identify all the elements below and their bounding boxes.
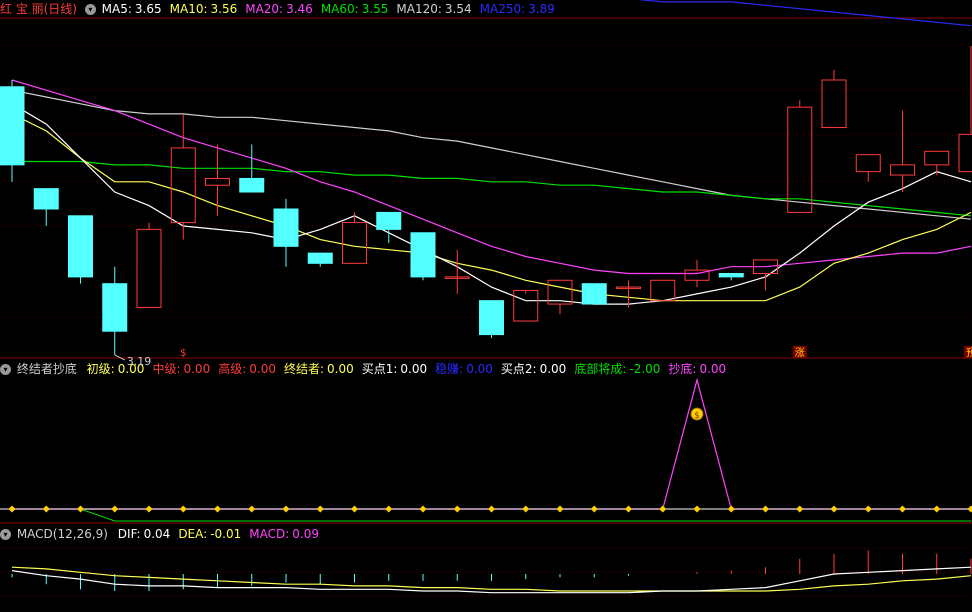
signal-dot bbox=[453, 505, 461, 513]
candle-body bbox=[787, 106, 813, 213]
candle-body bbox=[924, 150, 950, 166]
signal-dot bbox=[111, 505, 119, 513]
candle-body bbox=[855, 154, 881, 173]
candle-body bbox=[513, 289, 539, 322]
candle-body bbox=[239, 177, 265, 193]
candle-body bbox=[136, 228, 162, 308]
ma250-line bbox=[637, 0, 972, 27]
signal-dot bbox=[316, 505, 324, 513]
candle-body bbox=[33, 188, 59, 210]
stock-chart[interactable]: 3.19 $ $ 涨 预 bbox=[0, 0, 972, 612]
signal-dot bbox=[76, 505, 85, 513]
signal-dot bbox=[898, 505, 907, 513]
signal-dot bbox=[967, 505, 972, 513]
candle-body bbox=[581, 283, 607, 305]
candle-body bbox=[650, 279, 676, 302]
candle-body bbox=[410, 232, 436, 278]
candle-body bbox=[958, 133, 972, 173]
ma120-line bbox=[11, 89, 972, 220]
money-bag-icon: $ bbox=[694, 411, 700, 421]
ma20-line bbox=[11, 79, 972, 275]
signal-dot bbox=[419, 505, 427, 513]
signal-dot bbox=[282, 505, 290, 513]
ma5-line bbox=[11, 103, 972, 305]
candle-body bbox=[0, 86, 25, 166]
signal-dot bbox=[248, 505, 256, 513]
signal-dot bbox=[659, 505, 667, 513]
signal-dot bbox=[213, 505, 222, 513]
signal-dot bbox=[590, 505, 598, 513]
signal-dot bbox=[624, 505, 633, 513]
signal-dot bbox=[830, 505, 838, 513]
candle-body bbox=[376, 211, 402, 230]
candle-body bbox=[821, 79, 847, 129]
ma10-line bbox=[11, 113, 972, 302]
candle-body bbox=[273, 208, 299, 247]
signal-dot bbox=[145, 505, 153, 513]
signal-dot bbox=[693, 505, 701, 513]
signal-dot bbox=[796, 505, 804, 513]
signal-dot bbox=[42, 505, 50, 513]
marker-label: 预 bbox=[966, 347, 972, 359]
marker-label: $ bbox=[180, 348, 186, 359]
candle-body bbox=[718, 273, 744, 278]
candle-body bbox=[890, 164, 915, 176]
signal-dot bbox=[933, 505, 941, 513]
candle-body bbox=[342, 222, 367, 264]
signal-dot bbox=[761, 505, 770, 513]
candle-body bbox=[205, 177, 230, 186]
candle-body bbox=[170, 147, 196, 224]
signal-dot bbox=[522, 505, 530, 513]
ma60-line bbox=[12, 160, 972, 217]
low-price-label: 3.19 bbox=[127, 355, 152, 368]
candle-body bbox=[479, 300, 504, 336]
signal-dot bbox=[8, 505, 16, 513]
signal-dot bbox=[179, 505, 187, 513]
candle-body bbox=[68, 215, 93, 278]
marker-label: 涨 bbox=[795, 347, 805, 359]
signal-line bbox=[12, 377, 971, 510]
signal-dot bbox=[864, 505, 872, 513]
low-pointer bbox=[114, 354, 125, 361]
candle-body bbox=[102, 283, 128, 332]
signal-dot bbox=[556, 505, 564, 513]
candle-body bbox=[307, 252, 333, 264]
signal-dot bbox=[727, 505, 735, 513]
signal-dot bbox=[487, 505, 496, 513]
signal-dot bbox=[350, 505, 359, 513]
signal-dot bbox=[385, 505, 393, 513]
